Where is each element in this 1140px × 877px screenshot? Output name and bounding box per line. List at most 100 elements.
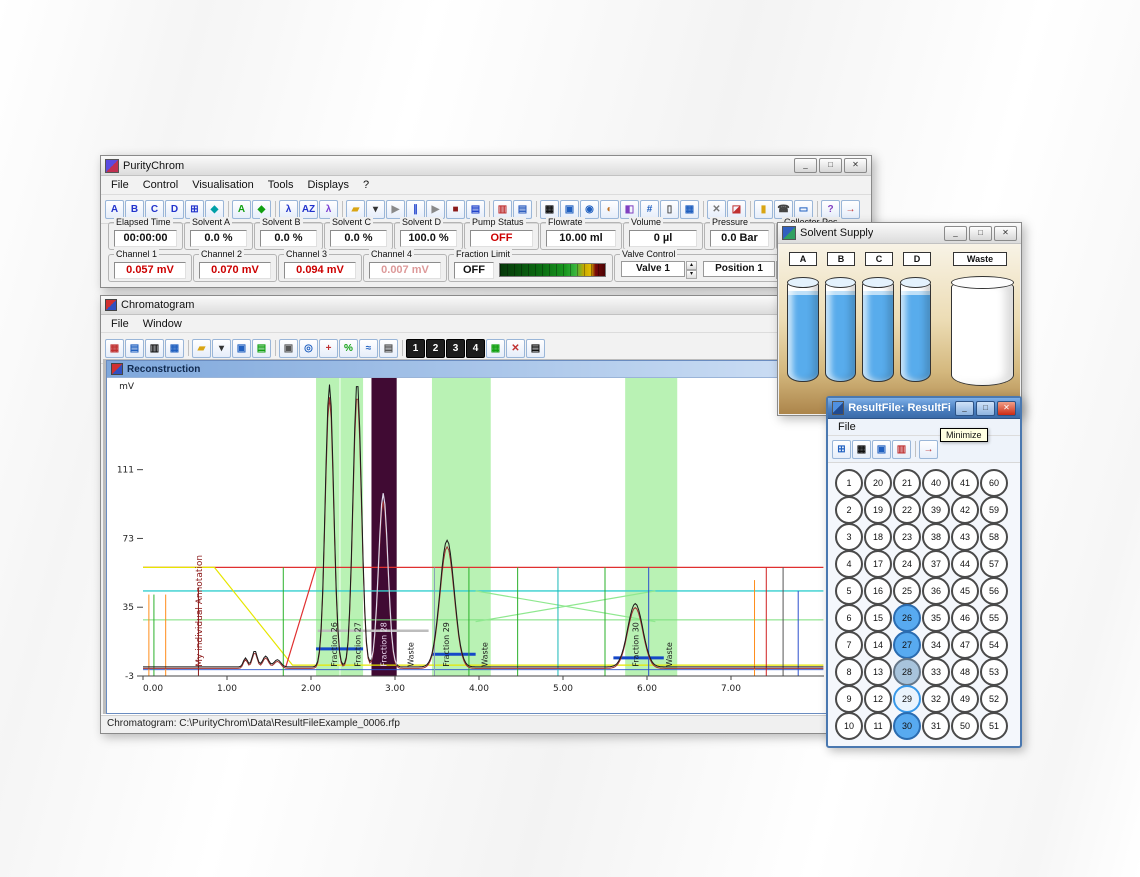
step-button[interactable]: ▶ bbox=[426, 200, 445, 219]
vial-52[interactable]: 52 bbox=[980, 685, 1008, 713]
close-button[interactable]: ✕ bbox=[844, 158, 867, 173]
puritychrom-titlebar[interactable]: PurityChrom _□✕ bbox=[101, 156, 871, 176]
solvent-c-button[interactable]: C bbox=[145, 200, 164, 219]
mixer-button[interactable]: ◧ bbox=[620, 200, 639, 219]
vial-51[interactable]: 51 bbox=[980, 712, 1008, 740]
vial-18[interactable]: 18 bbox=[864, 523, 892, 551]
vial-55[interactable]: 55 bbox=[980, 604, 1008, 632]
vial-47[interactable]: 47 bbox=[951, 631, 979, 659]
main-menu-visualisation[interactable]: Visualisation bbox=[185, 178, 261, 192]
reconstruction-chart[interactable]: -33573111mV0.001.002.003.004.005.006.007… bbox=[107, 378, 826, 712]
open-dropdown[interactable]: ▾ bbox=[212, 339, 231, 358]
wavelength-save-button[interactable]: λ bbox=[319, 200, 338, 219]
vial-21[interactable]: 21 bbox=[893, 469, 921, 497]
channel-4-button[interactable]: 4 bbox=[466, 339, 485, 358]
vial-12[interactable]: 12 bbox=[864, 685, 892, 713]
vial-25[interactable]: 25 bbox=[893, 577, 921, 605]
solvent-titlebar[interactable]: Solvent Supply _□✕ bbox=[778, 223, 1021, 244]
vial-14[interactable]: 14 bbox=[864, 631, 892, 659]
gradient-abcd-button[interactable]: ⊞ bbox=[185, 200, 204, 219]
valve-spinner[interactable]: Valve 1 ▴▾ bbox=[621, 261, 697, 277]
card-button[interactable]: ▭ bbox=[794, 200, 813, 219]
reconstruction-titlebar[interactable]: Reconstruction bbox=[107, 361, 830, 378]
fraction-collector-button[interactable]: # bbox=[640, 200, 659, 219]
vial-31[interactable]: 31 bbox=[922, 712, 950, 740]
zoom-button[interactable]: ◎ bbox=[299, 339, 318, 358]
main-menu-file[interactable]: File bbox=[104, 178, 136, 192]
vial-33[interactable]: 33 bbox=[922, 658, 950, 686]
play-button[interactable]: ▶ bbox=[386, 200, 405, 219]
vial-44[interactable]: 44 bbox=[951, 550, 979, 578]
vial-48[interactable]: 48 bbox=[951, 658, 979, 686]
vial-29[interactable]: 29 bbox=[893, 685, 921, 713]
keyboard-button[interactable]: ▤ bbox=[466, 200, 485, 219]
open-method-dropdown[interactable]: ▾ bbox=[366, 200, 385, 219]
spinner-up-icon[interactable]: ▴ bbox=[686, 261, 697, 270]
main-menu-displays[interactable]: Displays bbox=[300, 178, 356, 192]
maximize-button[interactable]: □ bbox=[969, 226, 992, 241]
vial-19[interactable]: 19 bbox=[864, 496, 892, 524]
baseline-button[interactable]: ≈ bbox=[359, 339, 378, 358]
vial-60[interactable]: 60 bbox=[980, 469, 1008, 497]
vial-50[interactable]: 50 bbox=[951, 712, 979, 740]
compare-button[interactable]: ▣ bbox=[232, 339, 251, 358]
vial-7[interactable]: 7 bbox=[835, 631, 863, 659]
close-button[interactable]: ✕ bbox=[994, 226, 1017, 241]
vial-30[interactable]: 30 bbox=[893, 712, 921, 740]
vial-10[interactable]: 10 bbox=[835, 712, 863, 740]
report-view-button[interactable]: ▥ bbox=[892, 440, 911, 459]
channel-2-button[interactable]: 2 bbox=[426, 339, 445, 358]
print-button[interactable]: ▤ bbox=[379, 339, 398, 358]
visualisation-button[interactable]: ◉ bbox=[580, 200, 599, 219]
vial-3[interactable]: 3 bbox=[835, 523, 863, 551]
maximize-button[interactable]: □ bbox=[976, 401, 995, 416]
vial-24[interactable]: 24 bbox=[893, 550, 921, 578]
minimize-button[interactable]: _ bbox=[944, 226, 967, 241]
vial-40[interactable]: 40 bbox=[922, 469, 950, 497]
calculator-button[interactable]: ▦ bbox=[680, 200, 699, 219]
stop-button[interactable]: ■ bbox=[446, 200, 465, 219]
chromatogram-view-button[interactable]: ▦ bbox=[852, 440, 871, 459]
vial-26[interactable]: 26 bbox=[893, 604, 921, 632]
report-edit-button[interactable]: ▤ bbox=[513, 200, 532, 219]
percent-button[interactable]: % bbox=[339, 339, 358, 358]
red-x-button[interactable]: ✕ bbox=[506, 339, 525, 358]
solvent-a-button[interactable]: A bbox=[105, 200, 124, 219]
channel-1-button[interactable]: 1 bbox=[406, 339, 425, 358]
gauge-button[interactable]: ◐ bbox=[600, 200, 619, 219]
vial-43[interactable]: 43 bbox=[951, 523, 979, 551]
valve-spinner-arrows[interactable]: ▴▾ bbox=[686, 261, 697, 277]
close-button[interactable]: ✕ bbox=[997, 401, 1016, 416]
overlay-button[interactable]: ▤ bbox=[252, 339, 271, 358]
monitor-view-button[interactable]: ▣ bbox=[872, 440, 891, 459]
vial-36[interactable]: 36 bbox=[922, 577, 950, 605]
autozero-a-button[interactable]: A bbox=[232, 200, 251, 219]
chromatogram-button[interactable]: ▦ bbox=[540, 200, 559, 219]
monitor-button[interactable]: ▣ bbox=[560, 200, 579, 219]
copy-button[interactable]: ▣ bbox=[279, 339, 298, 358]
position-spinner[interactable]: Position 1 ▴▾ bbox=[703, 261, 787, 277]
solvent-d-button[interactable]: D bbox=[165, 200, 184, 219]
vial-34[interactable]: 34 bbox=[922, 631, 950, 659]
toolbox-button[interactable]: ◪ bbox=[727, 200, 746, 219]
vial-54[interactable]: 54 bbox=[980, 631, 1008, 659]
green-chart-button[interactable]: ▦ bbox=[486, 339, 505, 358]
vial-1[interactable]: 1 bbox=[835, 469, 863, 497]
open-method-button[interactable]: ▰ bbox=[346, 200, 365, 219]
vial-2[interactable]: 2 bbox=[835, 496, 863, 524]
chart-dark-button[interactable]: ▥ bbox=[145, 339, 164, 358]
spinner-down-icon[interactable]: ▾ bbox=[686, 270, 697, 279]
vial-45[interactable]: 45 bbox=[951, 577, 979, 605]
exit-resultfile-button[interactable]: → bbox=[919, 440, 938, 459]
vial-46[interactable]: 46 bbox=[951, 604, 979, 632]
vial-17[interactable]: 17 bbox=[864, 550, 892, 578]
vial-57[interactable]: 57 bbox=[980, 550, 1008, 578]
vial-58[interactable]: 58 bbox=[980, 523, 1008, 551]
vial-13[interactable]: 13 bbox=[864, 658, 892, 686]
report-button[interactable]: ▥ bbox=[493, 200, 512, 219]
vial-41[interactable]: 41 bbox=[951, 469, 979, 497]
vial-16[interactable]: 16 bbox=[864, 577, 892, 605]
vial-59[interactable]: 59 bbox=[980, 496, 1008, 524]
help-book-button[interactable]: ? bbox=[821, 200, 840, 219]
vial-11[interactable]: 11 bbox=[864, 712, 892, 740]
